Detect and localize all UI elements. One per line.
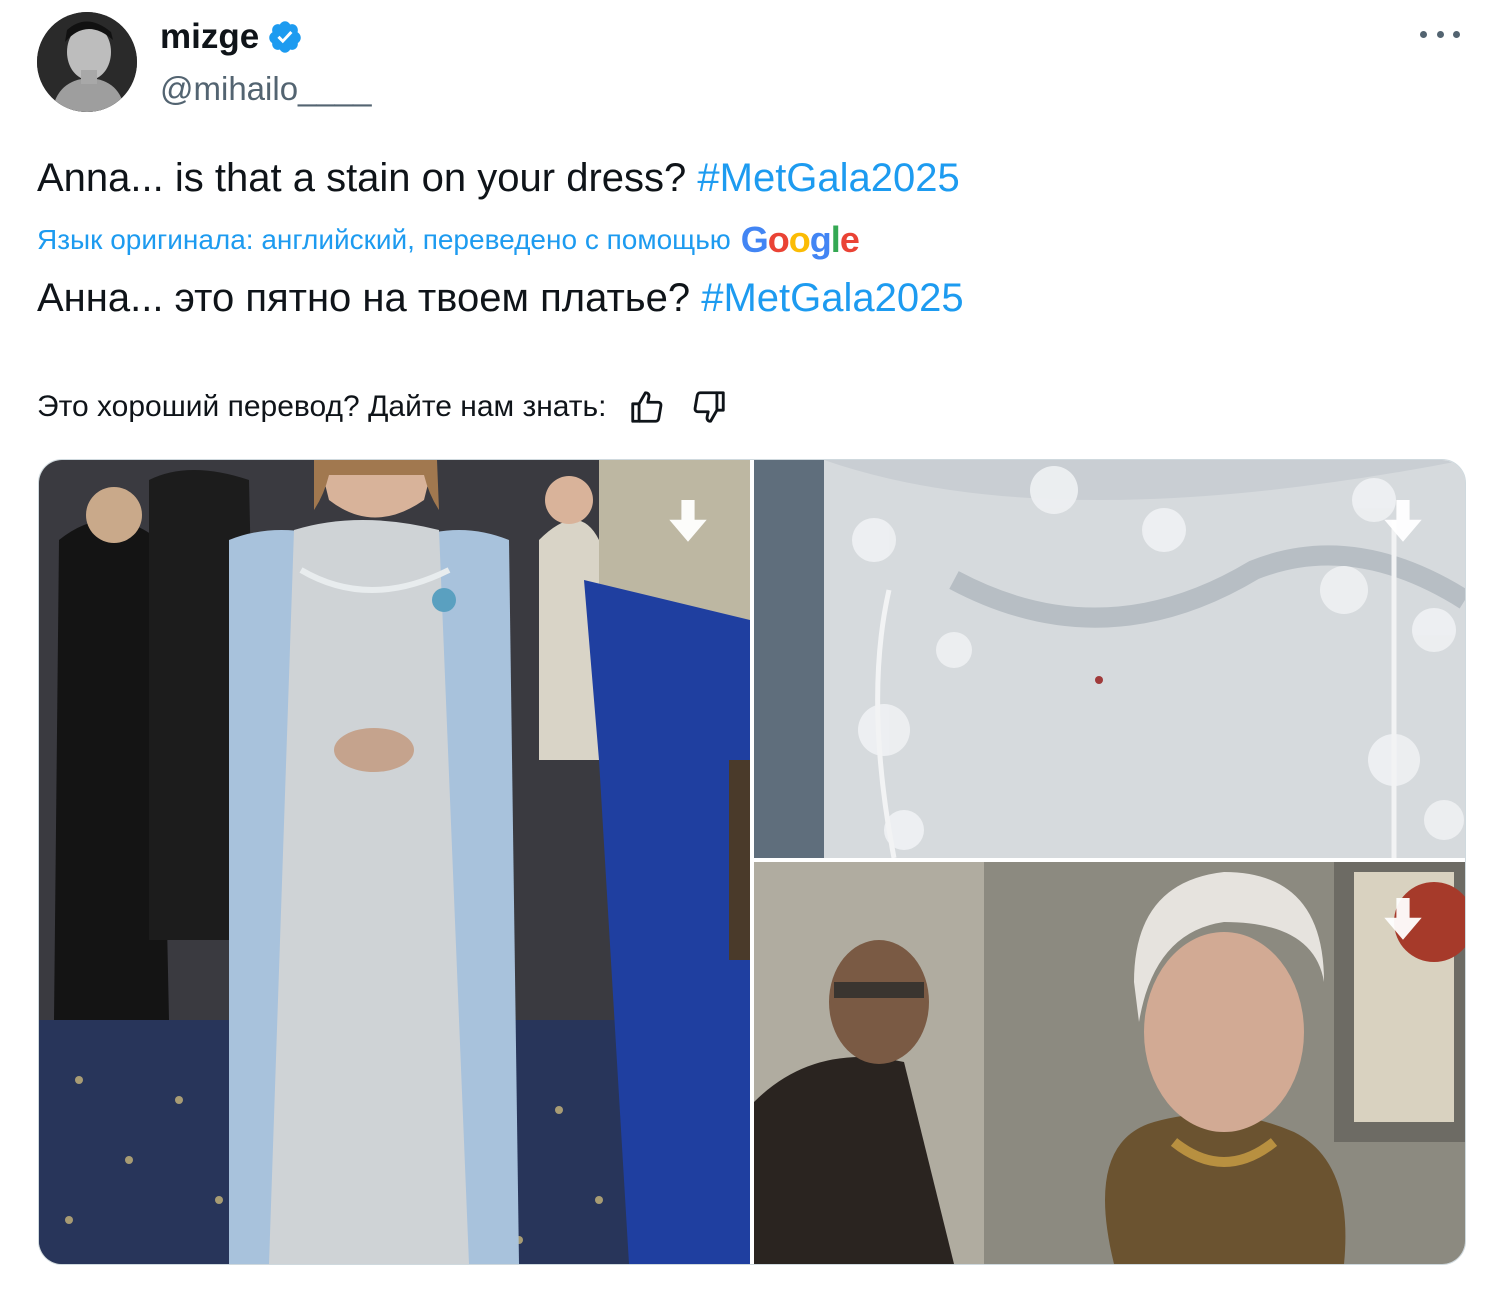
- translated-hashtag-link[interactable]: #MetGala2025: [701, 276, 963, 320]
- translated-text-body: Анна... это пятно на твоем платье?: [37, 276, 702, 320]
- avatar[interactable]: [37, 12, 137, 112]
- tweet-text: Anna... is that a stain on your dress? #…: [37, 154, 960, 202]
- author-display-name[interactable]: mizge: [160, 17, 259, 57]
- thumbs-up-icon[interactable]: [625, 385, 669, 429]
- download-arrow-icon[interactable]: [1383, 500, 1423, 544]
- media-photo-2[interactable]: [754, 460, 1465, 858]
- media-grid: [38, 459, 1466, 1265]
- download-arrow-icon[interactable]: [1383, 898, 1423, 942]
- verified-badge-icon: [267, 19, 303, 55]
- translation-note[interactable]: Язык оригинала: английский, переведено с…: [37, 219, 860, 260]
- google-logo: Google: [740, 219, 860, 260]
- media-photo-1[interactable]: [39, 460, 750, 1264]
- download-arrow-icon[interactable]: [668, 500, 708, 544]
- translation-note-text[interactable]: Язык оригинала: английский, переведено с…: [37, 220, 731, 260]
- more-dots-icon[interactable]: [1420, 22, 1460, 46]
- media-photo-3[interactable]: [754, 862, 1465, 1264]
- thumbs-down-icon[interactable]: [687, 385, 731, 429]
- hashtag-link[interactable]: #MetGala2025: [697, 156, 959, 200]
- tweet-text-body: Anna... is that a stain on your dress?: [37, 156, 698, 200]
- translation-feedback: Это хороший перевод? Дайте нам знать:: [37, 385, 731, 429]
- author-handle[interactable]: @mihailo____: [160, 70, 371, 108]
- translated-text: Анна... это пятно на твоем платье? #MetG…: [37, 274, 964, 322]
- feedback-prompt: Это хороший перевод? Дайте нам знать:: [37, 390, 607, 423]
